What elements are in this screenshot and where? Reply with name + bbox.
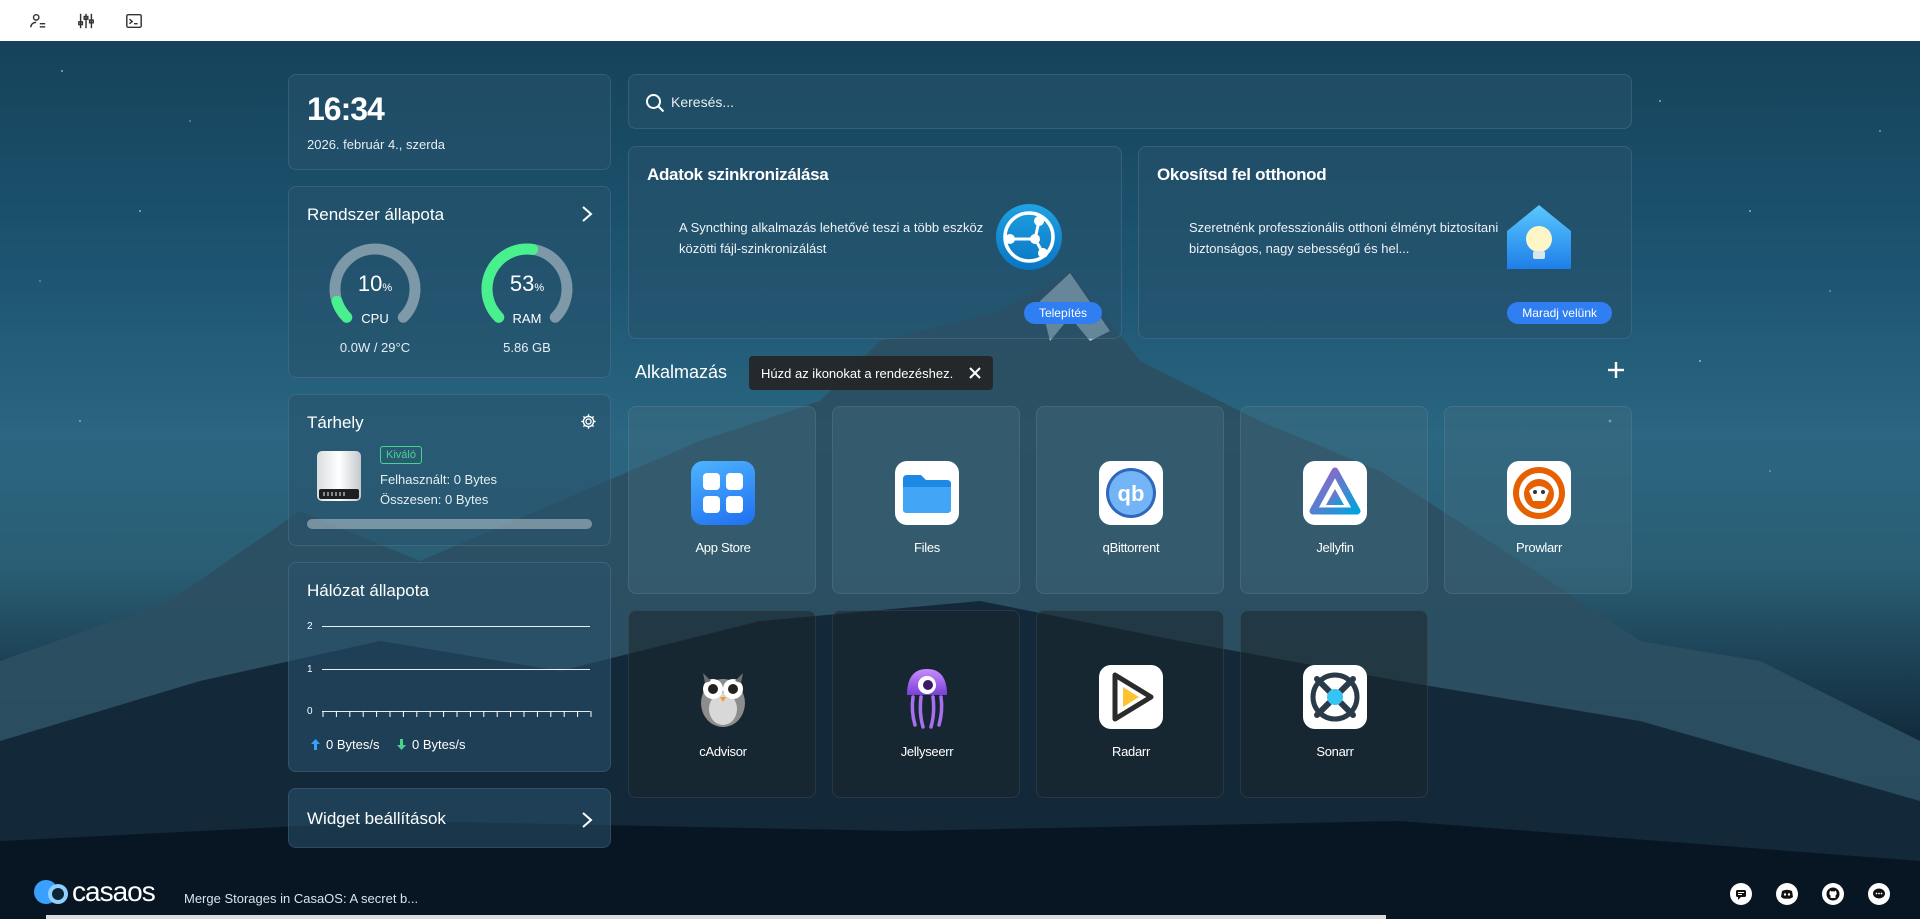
- prowlarr-icon: [1507, 461, 1571, 525]
- cpu-sub: 0.0W / 29°C: [339, 340, 411, 355]
- net-upload: 0 Bytes/s: [311, 737, 379, 752]
- casaos-logo[interactable]: casaos: [32, 876, 156, 908]
- storage-widget: Tárhely Kiváló Felhasznált: 0 Bytes Össz…: [288, 394, 611, 546]
- net-gridline: [322, 626, 590, 627]
- cadvisor-icon: [691, 665, 755, 729]
- app-store-icon: [691, 461, 755, 525]
- app-name: App Store: [695, 540, 751, 555]
- arrow-up-icon: [311, 739, 320, 750]
- cpu-value: 10%: [357, 271, 393, 296]
- app-tile-sonarr[interactable]: Sonarr: [1240, 610, 1428, 798]
- app-tile-prowlarr[interactable]: Prowlarr: [1444, 406, 1632, 594]
- network-title: Hálózat állapota: [307, 581, 429, 600]
- top-toolbar: [0, 0, 1920, 41]
- discord-icon[interactable]: [1776, 883, 1798, 905]
- plus-icon: [1608, 362, 1624, 378]
- terminal-icon[interactable]: [124, 11, 144, 31]
- arrow-down-icon: [397, 739, 406, 750]
- app-tile-files[interactable]: Files: [832, 406, 1020, 594]
- clock-time: 16:34: [307, 91, 385, 127]
- net-y-tick: 0: [307, 706, 313, 717]
- net-y-tick: 2: [307, 621, 313, 632]
- clock-date: 2026. február 4., szerda: [307, 137, 446, 152]
- app-name: Jellyfin: [1316, 540, 1354, 555]
- app-name: Files: [914, 540, 940, 555]
- app-tile-app-store[interactable]: App Store: [628, 406, 816, 594]
- app-name: Sonarr: [1316, 744, 1354, 759]
- user-list-icon[interactable]: [28, 11, 48, 31]
- app-tile-jellyseerr[interactable]: Jellyseerr: [832, 610, 1020, 798]
- storage-title: Tárhely: [307, 413, 364, 432]
- sliders-icon[interactable]: [76, 11, 96, 31]
- footer-icons: [1730, 883, 1890, 905]
- tooltip-text: Húzd az ikonokat a rendezéshez.: [761, 365, 954, 381]
- apps-section-title: Alkalmazás: [635, 362, 728, 382]
- promo-card-smart-home: Okosítsd fel otthonod Szeretnénk profess…: [1138, 146, 1632, 339]
- net-download: 0 Bytes/s: [397, 737, 465, 752]
- jellyseerr-icon: [895, 665, 959, 729]
- jellyfin-icon: [1303, 461, 1367, 525]
- app-name: qBittorrent: [1102, 540, 1160, 555]
- storage-progress-bar: [307, 519, 592, 529]
- chat-icon[interactable]: [1730, 883, 1752, 905]
- promo-title: Okosítsd fel otthonod: [1157, 165, 1327, 184]
- files-icon: [895, 461, 959, 525]
- svg-text:qb: qb: [1118, 481, 1145, 506]
- disk-icon: [315, 449, 363, 503]
- app-name: cAdvisor: [699, 744, 747, 759]
- chevron-right-icon[interactable]: [580, 205, 594, 222]
- qbittorrent-icon: qb: [1099, 461, 1163, 525]
- cloud-logo-icon: [34, 880, 68, 904]
- gear-icon[interactable]: [580, 413, 596, 429]
- chevron-right-icon[interactable]: [580, 811, 594, 828]
- promo-text: Szeretnénk professzionális otthoni élmén…: [1189, 220, 1499, 256]
- app-tile-cadvisor[interactable]: cAdvisor: [628, 610, 816, 798]
- net-x-ticks: [322, 711, 592, 717]
- clock-widget: 16:34 2026. február 4., szerda: [288, 74, 611, 170]
- app-name: Prowlarr: [1516, 540, 1562, 555]
- promo-title: Adatok szinkronizálása: [647, 165, 829, 184]
- app-name: Radarr: [1112, 744, 1150, 759]
- app-tile-qbittorrent[interactable]: qb qBittorrent: [1036, 406, 1224, 594]
- smart-home-icon: [1503, 201, 1575, 273]
- widget-settings-label: Widget beállítások: [307, 809, 446, 828]
- promo-card-sync: Adatok szinkronizálása A Syncthing alkal…: [628, 146, 1122, 339]
- search-bar[interactable]: [628, 74, 1632, 129]
- add-app-button[interactable]: [1606, 360, 1626, 380]
- install-button[interactable]: Telepítés: [1023, 302, 1102, 324]
- search-icon: [646, 94, 665, 113]
- app-tile-radarr[interactable]: Radarr: [1036, 610, 1224, 798]
- news-ticker[interactable]: Merge Storages in CasaOS: A secret b...: [184, 891, 418, 906]
- drag-hint-tooltip: Húzd az ikonokat a rendezéshez.: [749, 356, 994, 390]
- radarr-icon: [1099, 665, 1163, 729]
- storage-total: Összesen: 0 Bytes: [380, 492, 489, 507]
- ram-gauge: 53% RAM: [479, 241, 575, 337]
- ram-sub: 5.86 GB: [503, 340, 551, 355]
- cpu-label: CPU: [361, 311, 389, 326]
- search-input[interactable]: [671, 87, 1571, 117]
- net-gridline: [322, 669, 590, 670]
- status-badge: Kiváló: [380, 446, 422, 464]
- network-widget: Hálózat állapota 2 1 0 0 Bytes/s 0 Bytes…: [288, 562, 611, 772]
- system-status-title: Rendszer állapota: [307, 205, 445, 224]
- app-tile-jellyfin[interactable]: Jellyfin: [1240, 406, 1428, 594]
- message-icon[interactable]: [1868, 883, 1890, 905]
- github-icon[interactable]: [1822, 883, 1844, 905]
- ram-value: 53%: [509, 271, 545, 296]
- cpu-gauge: 10% CPU: [327, 241, 423, 337]
- syncthing-icon: [993, 201, 1065, 273]
- widget-settings[interactable]: Widget beállítások: [288, 788, 611, 848]
- logo-text: casaos: [72, 876, 156, 907]
- storage-used: Felhasznált: 0 Bytes: [380, 472, 498, 487]
- promo-text: A Syncthing alkalmazás lehetővé teszi a …: [679, 220, 984, 256]
- close-icon[interactable]: [969, 367, 981, 379]
- bottom-strip: [46, 915, 1386, 919]
- system-status-widget: Rendszer állapota 10% CPU 0.0W / 29°C 53…: [288, 186, 611, 378]
- sonarr-icon: [1303, 665, 1367, 729]
- ram-label: RAM: [512, 311, 542, 326]
- net-y-tick: 1: [307, 664, 313, 675]
- stay-tuned-button[interactable]: Maradj velünk: [1507, 302, 1612, 324]
- app-name: Jellyseerr: [900, 744, 954, 759]
